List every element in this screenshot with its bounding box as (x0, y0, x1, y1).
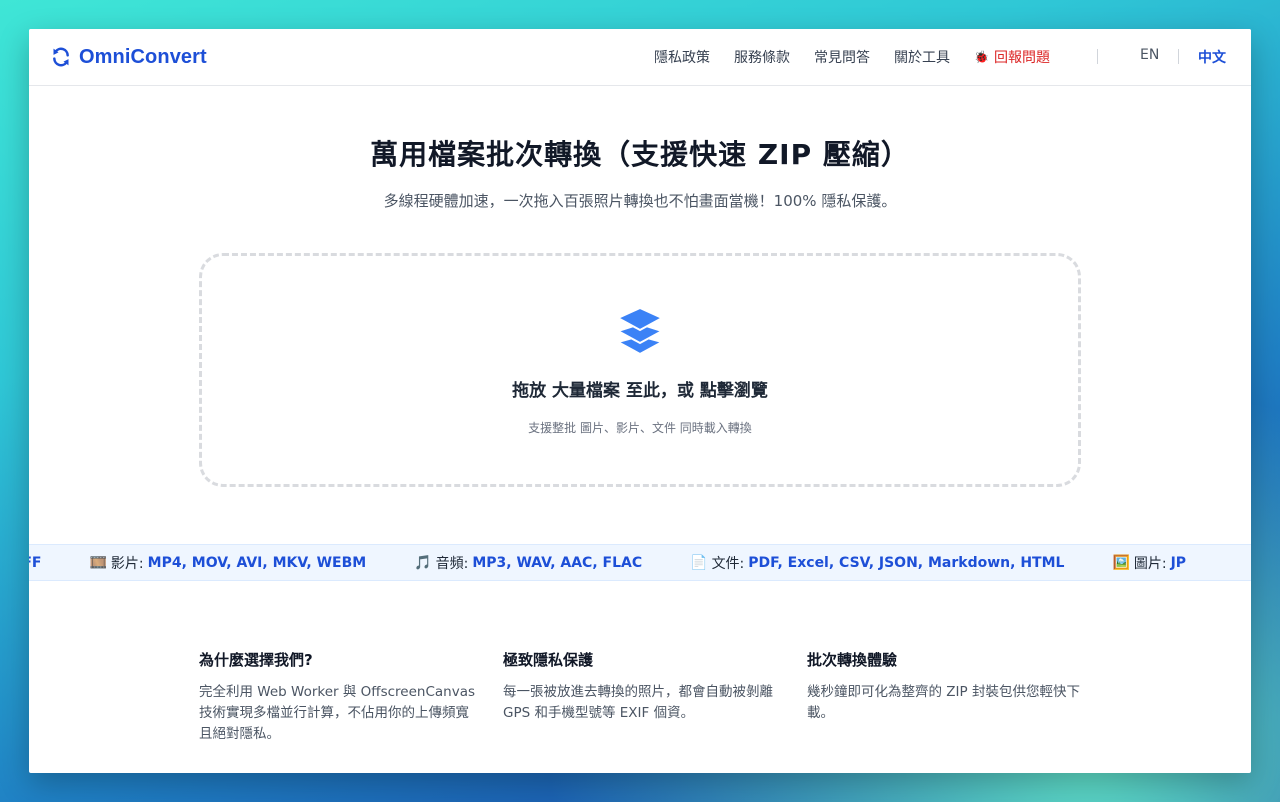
top-navbar: OmniConvert 隱私政策 服務條款 常見問答 關於工具 🐞 回報問題 E… (29, 29, 1251, 86)
page-subtitle: 多線程硬體加速，一次拖入百張照片轉換也不怕畫面當機！100% 隱私保護。 (383, 192, 897, 210)
brand-name: OmniConvert (79, 45, 207, 68)
picture-icon: 🖼️ (1112, 554, 1130, 571)
feature-privacy: 極致隱私保護 每一張被放進去轉換的照片，都會自動被剝離 GPS 和手機型號等 E… (503, 649, 783, 724)
feature-body: 完全利用 Web Worker 與 OffscreenCanvas 技術實現多檔… (199, 684, 476, 742)
feature-title: 為什麼選擇我們? (199, 651, 313, 669)
ticker-track: F, SVG, BMP, TIFF 🎞️ 影片: MP4, MOV, AVI, … (29, 545, 1234, 580)
feature-batch: 批次轉換體驗 幾秒鐘即可化為整齊的 ZIP 封裝包供您輕快下載。 (807, 649, 1087, 724)
nav-about-tool[interactable]: 關於工具 (894, 47, 950, 67)
nav-terms-of-service[interactable]: 服務條款 (734, 47, 790, 67)
feature-body: 幾秒鐘即可化為整齊的 ZIP 封裝包供您輕快下載。 (807, 684, 1080, 721)
ticker-item-document: 📄 文件: PDF, Excel, CSV, JSON, Markdown, H… (690, 553, 1064, 573)
report-issue-label: 回報問題 (993, 50, 1050, 66)
ticker-category: 文件: (711, 555, 745, 572)
main-nav: 隱私政策 服務條款 常見問答 關於工具 🐞 回報問題 (654, 29, 1074, 85)
nav-privacy-policy[interactable]: 隱私政策 (654, 47, 710, 67)
ticker-formats: PDF, Excel, CSV, JSON, Markdown, HTML (748, 554, 1065, 571)
ticker-item-video: 🎞️ 影片: MP4, MOV, AVI, MKV, WEBM (89, 553, 366, 573)
ticker-item-audio: 🎵 音頻: MP3, WAV, AAC, FLAC (414, 553, 642, 573)
file-dropzone[interactable]: 拖放 大量檔案 至此，或 點擊瀏覽 支援整批 圖片、影片、文件 同時載入轉換 (199, 253, 1081, 487)
ticker-formats: MP3, WAV, AAC, FLAC (472, 554, 643, 571)
brand-logo[interactable]: OmniConvert (51, 43, 207, 71)
ticker-category: 音頻: (435, 555, 469, 572)
ticker-category: 影片: (110, 555, 144, 572)
feature-title: 批次轉換體驗 (807, 651, 898, 669)
page-title: 萬用檔案批次轉換（支援快速 ZIP 壓縮） (370, 138, 910, 171)
feature-why-us: 為什麼選擇我們? 完全利用 Web Worker 與 OffscreenCanv… (199, 649, 479, 745)
lang-zh-button[interactable]: 中文 (1198, 47, 1226, 67)
film-icon: 🎞️ (89, 554, 107, 571)
nav-report-issue[interactable]: 🐞 回報問題 (974, 47, 1050, 67)
app-window: OmniConvert 隱私政策 服務條款 常見問答 關於工具 🐞 回報問題 E… (29, 29, 1251, 773)
dropzone-instruction: 拖放 大量檔案 至此，或 點擊瀏覽 (512, 381, 768, 401)
ticker-item-image-lead: F, SVG, BMP, TIFF (29, 555, 41, 571)
music-note-icon: 🎵 (414, 554, 432, 571)
bug-icon: 🐞 (974, 50, 989, 64)
ticker-category: 圖片: (1133, 555, 1167, 572)
document-icon: 📄 (690, 554, 708, 571)
feature-title: 極致隱私保護 (503, 651, 594, 669)
format-ticker: F, SVG, BMP, TIFF 🎞️ 影片: MP4, MOV, AVI, … (29, 544, 1251, 581)
nav-faq[interactable]: 常見問答 (814, 47, 870, 67)
ticker-formats: JP (1170, 554, 1187, 571)
nav-divider (1097, 49, 1098, 64)
ticker-item-image: 🖼️ 圖片: JP (1112, 553, 1186, 573)
dropzone-hint: 支援整批 圖片、影片、文件 同時載入轉換 (528, 421, 752, 435)
lang-en-button[interactable]: EN (1140, 47, 1159, 63)
feature-body: 每一張被放進去轉換的照片，都會自動被剝離 GPS 和手機型號等 EXIF 個資。 (503, 684, 773, 721)
layers-icon (615, 306, 665, 356)
ticker-formats: MP4, MOV, AVI, MKV, WEBM (147, 554, 367, 571)
lang-divider (1178, 49, 1179, 64)
ticker-formats: F, SVG, BMP, TIFF (29, 554, 42, 571)
refresh-icon (53, 47, 69, 67)
